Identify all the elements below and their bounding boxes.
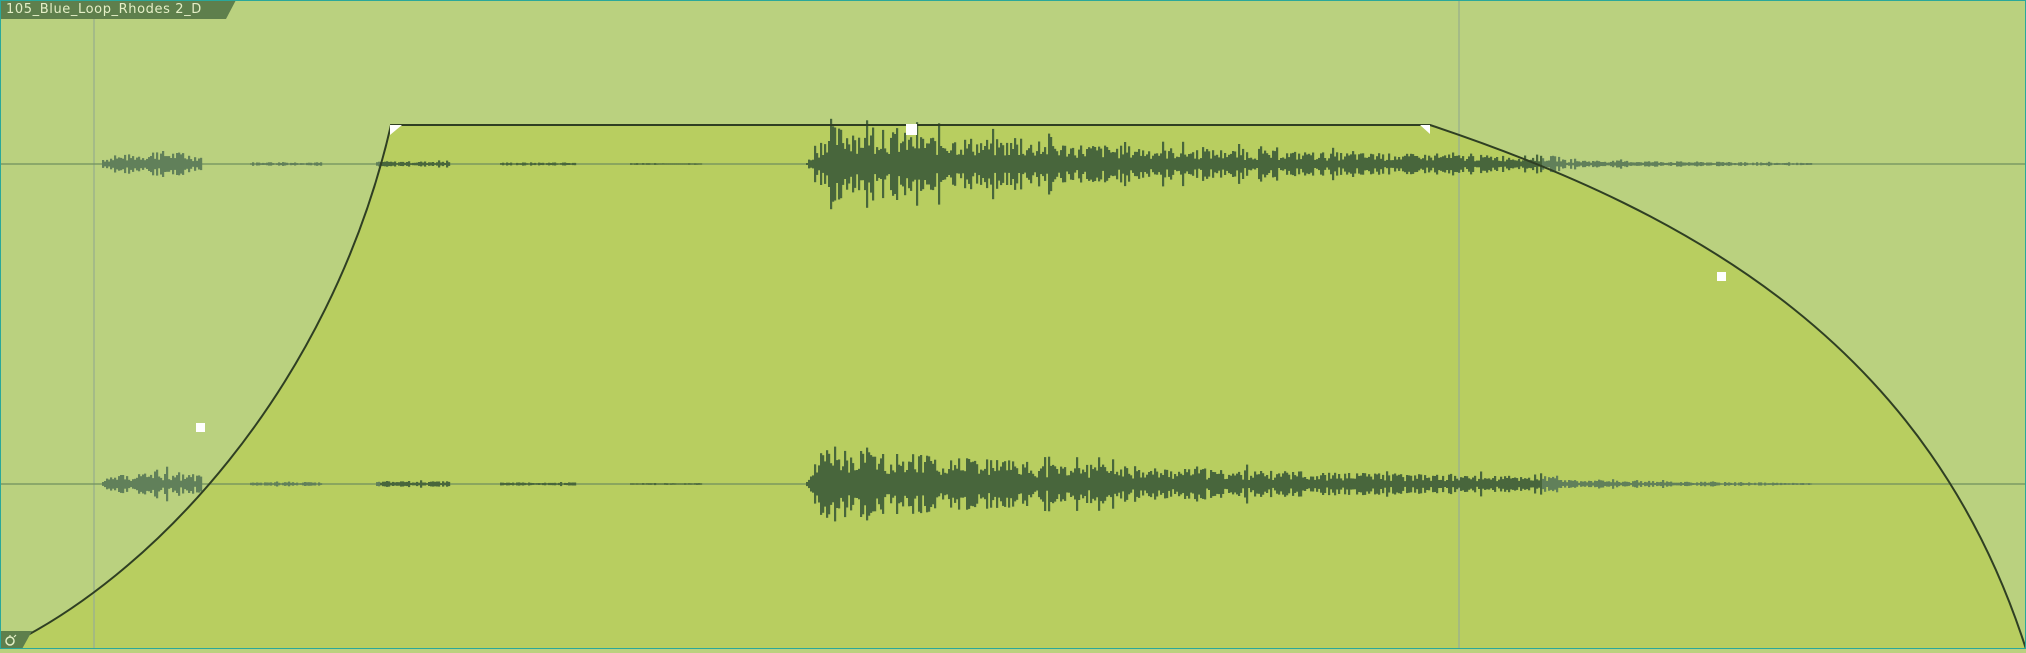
fade-out-curve-handle[interactable] (1717, 272, 1726, 281)
loop-icon[interactable] (0, 631, 32, 649)
region-name: 105_Blue_Loop_Rhodes 2_D (6, 2, 202, 17)
region-name-tab[interactable]: 105_Blue_Loop_Rhodes 2_D (0, 0, 236, 19)
region-canvas (0, 0, 2026, 649)
fade-in-curve-handle[interactable] (196, 423, 205, 432)
gain-handle[interactable] (906, 124, 917, 135)
audio-region[interactable]: 105_Blue_Loop_Rhodes 2_D (0, 0, 2026, 649)
